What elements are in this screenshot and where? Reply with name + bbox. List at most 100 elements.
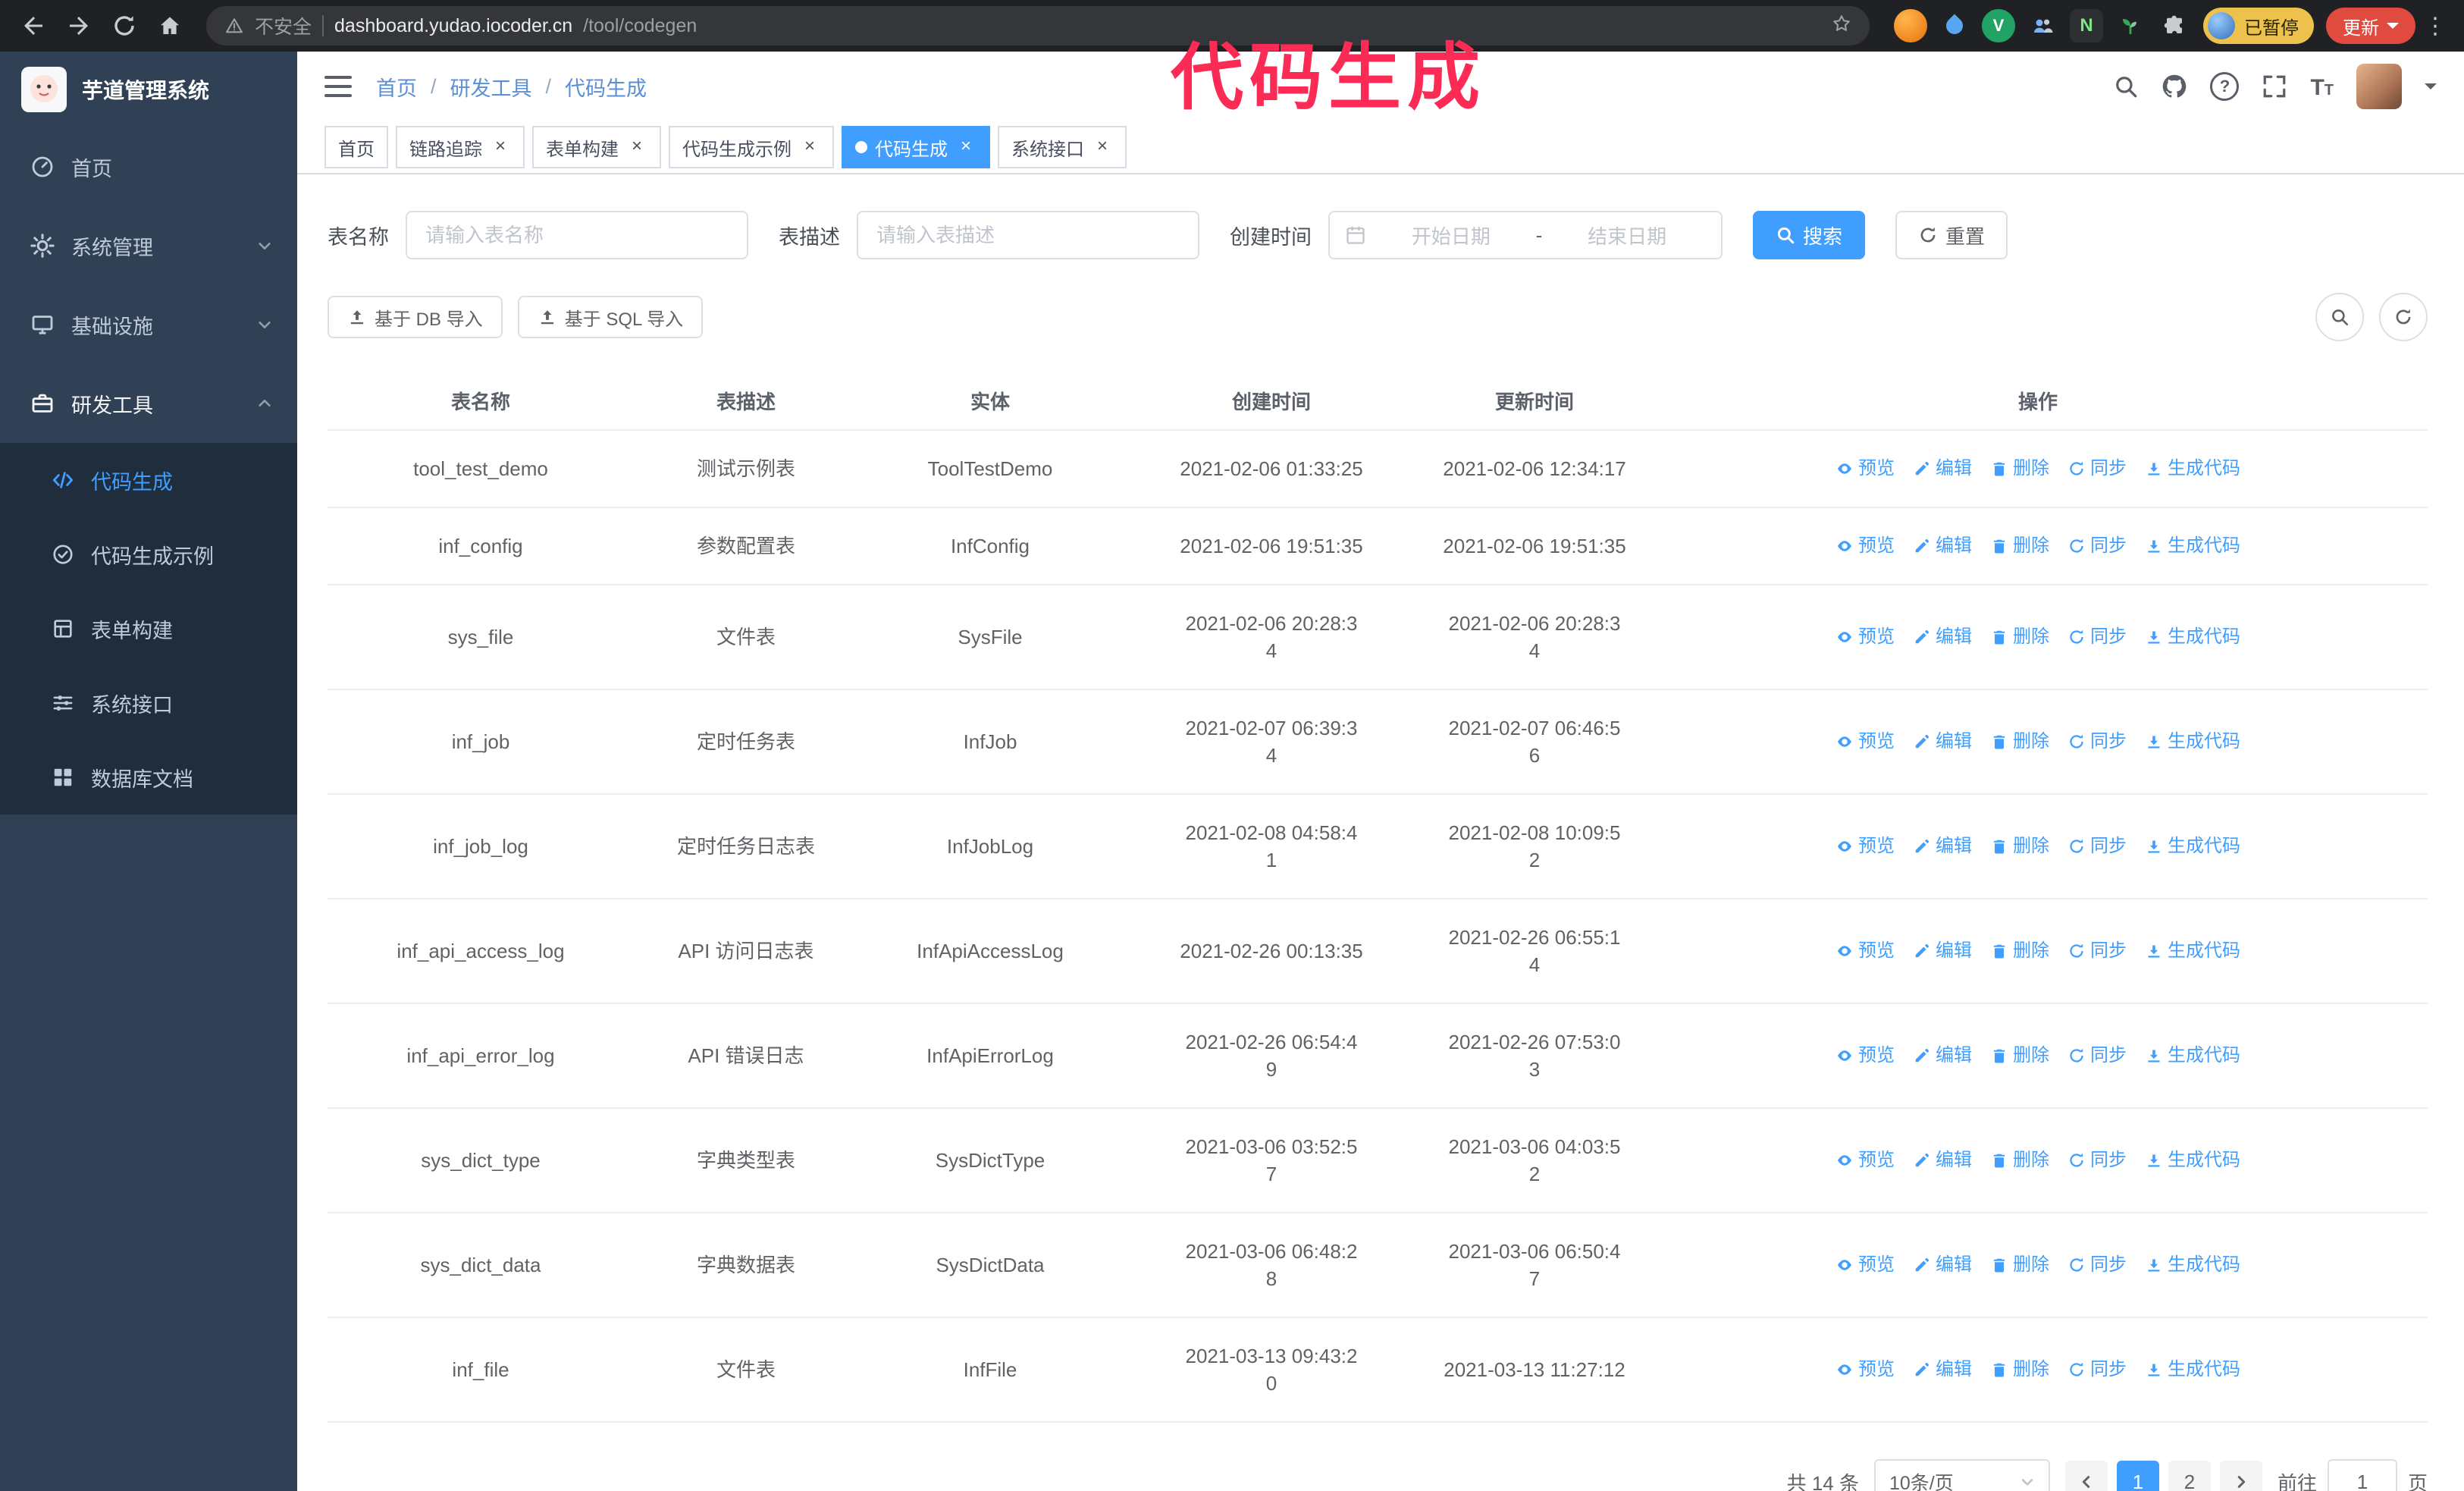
fullscreen-icon[interactable] xyxy=(2262,74,2287,99)
hamburger-icon[interactable] xyxy=(324,74,352,99)
generate-code-link[interactable]: 生成代码 xyxy=(2145,1251,2240,1279)
edit-link[interactable]: 编辑 xyxy=(1913,1147,1972,1174)
sidebar-item-system-api[interactable]: 系统接口 xyxy=(0,666,297,740)
delete-link[interactable]: 删除 xyxy=(1990,937,2049,965)
generate-code-link[interactable]: 生成代码 xyxy=(2145,937,2240,965)
avatar-caret-icon[interactable] xyxy=(2425,83,2437,89)
tab-system-api[interactable]: 系统接口 × xyxy=(998,126,1127,168)
extension-icon-3[interactable]: V xyxy=(1982,9,2015,42)
preview-link[interactable]: 预览 xyxy=(1835,1356,1895,1383)
tab-close-icon[interactable]: × xyxy=(799,137,820,158)
sidebar-item-db-doc[interactable]: 数据库文档 xyxy=(0,740,297,815)
github-icon[interactable] xyxy=(2161,74,2187,99)
delete-link[interactable]: 删除 xyxy=(1990,1251,2049,1279)
generate-code-link[interactable]: 生成代码 xyxy=(2145,1147,2240,1174)
generate-code-link[interactable]: 生成代码 xyxy=(2145,833,2240,860)
sync-link[interactable]: 同步 xyxy=(2067,1356,2127,1383)
sidebar-item-system[interactable]: 系统管理 xyxy=(0,206,297,285)
generate-code-link[interactable]: 生成代码 xyxy=(2145,1356,2240,1383)
delete-link[interactable]: 删除 xyxy=(1990,1147,2049,1174)
tab-close-icon[interactable]: × xyxy=(1092,137,1113,158)
generate-code-link[interactable]: 生成代码 xyxy=(2145,455,2240,482)
sidebar-item-infra[interactable]: 基础设施 xyxy=(0,285,297,364)
edit-link[interactable]: 编辑 xyxy=(1913,728,1972,755)
tab-close-icon[interactable]: × xyxy=(955,137,977,158)
preview-link[interactable]: 预览 xyxy=(1835,532,1895,560)
delete-link[interactable]: 删除 xyxy=(1990,532,2049,560)
preview-link[interactable]: 预览 xyxy=(1835,1147,1895,1174)
import-db-button[interactable]: 基于 DB 导入 xyxy=(328,296,503,338)
puzzle-extensions-icon[interactable] xyxy=(2158,9,2191,42)
generate-code-link[interactable]: 生成代码 xyxy=(2145,532,2240,560)
goto-page-input[interactable] xyxy=(2327,1459,2397,1491)
sidebar-item-codegen-example[interactable]: 代码生成示例 xyxy=(0,517,297,592)
bookmark-star-icon[interactable] xyxy=(1832,14,1851,39)
help-icon[interactable]: ? xyxy=(2210,72,2240,101)
tab-home[interactable]: 首页 xyxy=(324,126,388,168)
generate-code-link[interactable]: 生成代码 xyxy=(2145,623,2240,651)
home-icon[interactable] xyxy=(149,5,191,47)
page-button-1[interactable]: 1 xyxy=(2116,1461,2159,1491)
tab-codegen[interactable]: 代码生成 × xyxy=(842,126,990,168)
sidebar-item-home[interactable]: 首页 xyxy=(0,127,297,206)
edit-link[interactable]: 编辑 xyxy=(1913,1356,1972,1383)
preview-link[interactable]: 预览 xyxy=(1835,937,1895,965)
table-desc-input[interactable] xyxy=(857,211,1199,259)
page-button-2[interactable]: 2 xyxy=(2168,1461,2211,1491)
edit-link[interactable]: 编辑 xyxy=(1913,623,1972,651)
toggle-search-button[interactable] xyxy=(2315,293,2364,341)
delete-link[interactable]: 删除 xyxy=(1990,1356,2049,1383)
edit-link[interactable]: 编辑 xyxy=(1913,1042,1972,1069)
sidebar-item-codegen[interactable]: 代码生成 xyxy=(0,443,297,517)
sync-link[interactable]: 同步 xyxy=(2067,455,2127,482)
extension-icon-4[interactable] xyxy=(2026,9,2059,42)
breadcrumb-devtools[interactable]: 研发工具 xyxy=(450,72,532,102)
extension-icon-1[interactable] xyxy=(1894,9,1927,42)
sync-link[interactable]: 同步 xyxy=(2067,623,2127,651)
preview-link[interactable]: 预览 xyxy=(1835,1251,1895,1279)
delete-link[interactable]: 删除 xyxy=(1990,455,2049,482)
sync-link[interactable]: 同步 xyxy=(2067,1147,2127,1174)
refresh-table-button[interactable] xyxy=(2379,293,2428,341)
tab-codegen-example[interactable]: 代码生成示例 × xyxy=(669,126,834,168)
delete-link[interactable]: 删除 xyxy=(1990,728,2049,755)
preview-link[interactable]: 预览 xyxy=(1835,833,1895,860)
extension-icon-2[interactable] xyxy=(1938,9,1971,42)
tab-close-icon[interactable]: × xyxy=(626,137,647,158)
tab-close-icon[interactable]: × xyxy=(490,137,511,158)
sync-link[interactable]: 同步 xyxy=(2067,833,2127,860)
forward-icon[interactable] xyxy=(58,5,100,47)
search-button[interactable]: 搜索 xyxy=(1753,211,1866,259)
sync-link[interactable]: 同步 xyxy=(2067,937,2127,965)
preview-link[interactable]: 预览 xyxy=(1835,728,1895,755)
table-name-input[interactable] xyxy=(406,211,748,259)
preview-link[interactable]: 预览 xyxy=(1835,1042,1895,1069)
generate-code-link[interactable]: 生成代码 xyxy=(2145,728,2240,755)
date-range-picker[interactable]: 开始日期 - 结束日期 xyxy=(1328,211,1723,259)
user-avatar[interactable] xyxy=(2356,64,2402,109)
sidebar-item-form-builder[interactable]: 表单构建 xyxy=(0,592,297,666)
reload-icon[interactable] xyxy=(103,5,146,47)
edit-link[interactable]: 编辑 xyxy=(1913,1251,1972,1279)
page-size-select[interactable]: 10条/页 xyxy=(1873,1459,2050,1491)
sync-link[interactable]: 同步 xyxy=(2067,532,2127,560)
edit-link[interactable]: 编辑 xyxy=(1913,532,1972,560)
prev-page-button[interactable] xyxy=(2064,1461,2108,1491)
extension-icon-5[interactable]: N xyxy=(2070,9,2103,42)
update-button[interactable]: 更新 xyxy=(2326,8,2415,44)
profile-chip[interactable]: 已暂停 xyxy=(2203,8,2314,44)
browser-menu-icon[interactable]: ⋮ xyxy=(2419,13,2452,39)
preview-link[interactable]: 预览 xyxy=(1835,623,1895,651)
generate-code-link[interactable]: 生成代码 xyxy=(2145,1042,2240,1069)
tab-trace[interactable]: 链路追踪 × xyxy=(396,126,525,168)
delete-link[interactable]: 删除 xyxy=(1990,623,2049,651)
url-bar[interactable]: 不安全 dashboard.yudao.iocoder.cn/tool/code… xyxy=(206,6,1870,46)
extension-icon-6[interactable] xyxy=(2114,9,2147,42)
sync-link[interactable]: 同步 xyxy=(2067,728,2127,755)
back-icon[interactable] xyxy=(12,5,55,47)
delete-link[interactable]: 删除 xyxy=(1990,833,2049,860)
sync-link[interactable]: 同步 xyxy=(2067,1251,2127,1279)
breadcrumb-home[interactable]: 首页 xyxy=(376,72,417,102)
reset-button[interactable]: 重置 xyxy=(1895,211,2008,259)
edit-link[interactable]: 编辑 xyxy=(1913,937,1972,965)
